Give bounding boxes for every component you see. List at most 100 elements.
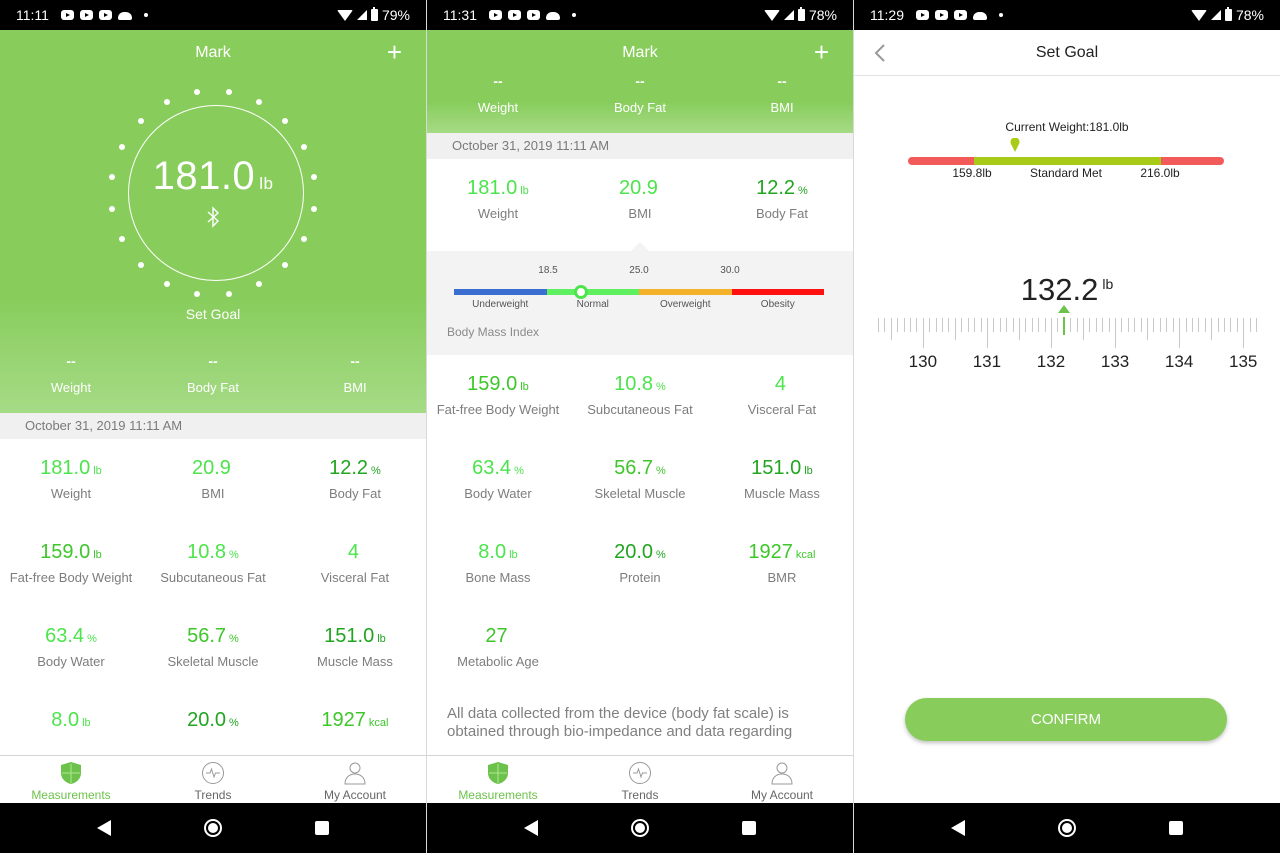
metric-label: Visceral Fat <box>320 570 390 585</box>
metric-visceral-fat[interactable]: 4 Visceral Fat <box>711 355 853 439</box>
signal-icon <box>1210 10 1221 20</box>
metric-label: Skeletal Muscle <box>167 654 259 669</box>
nav-my-account[interactable]: My Account <box>711 756 853 803</box>
ruler-tick <box>942 318 944 332</box>
nav-my-account[interactable]: My Account <box>284 756 426 803</box>
nav-trends[interactable]: Trends <box>569 756 711 803</box>
metric-muscle-mass[interactable]: 151.0 lb Muscle Mass <box>711 439 853 523</box>
metric-label: Fat-free Body Weight <box>436 402 560 417</box>
status-time: 11:29 <box>870 7 904 23</box>
chevron-left-icon[interactable] <box>874 44 886 62</box>
nav-trends[interactable]: Trends <box>142 756 284 803</box>
ruler-tick <box>1050 318 1052 348</box>
metric-value: 1927 <box>321 709 366 731</box>
metric-fat-free-body-weight[interactable]: 159.0 lb Fat-free Body Weight <box>427 355 569 439</box>
metric-bmr[interactable]: 1927 kcal BMR <box>711 523 853 607</box>
ruler-tick <box>1031 318 1033 332</box>
metric-metabolic-age[interactable]: 27 Metabolic Age <box>427 607 569 691</box>
summary-value: -- <box>635 73 645 89</box>
dial-dot <box>109 205 116 212</box>
ruler-tick <box>1140 318 1142 332</box>
ruler-selected-marker[interactable] <box>1062 317 1065 335</box>
plus-icon[interactable]: + <box>387 39 402 65</box>
back-icon[interactable] <box>523 820 538 836</box>
dial-dot <box>225 89 232 96</box>
back-icon[interactable] <box>96 820 111 836</box>
youtube-notification-icon <box>916 10 929 20</box>
metric-protein[interactable]: 20.0% Protein <box>569 523 711 607</box>
ruler-tick <box>1038 318 1040 332</box>
metric-subcutaneous-fat[interactable]: 10.8% Subcutaneous Fat <box>569 355 711 439</box>
metric-unit: lb <box>520 185 529 197</box>
summary-bmi: -- BMI <box>284 354 426 395</box>
recents-icon[interactable] <box>742 821 757 835</box>
home-icon[interactable] <box>630 819 649 837</box>
metric-bone-mass[interactable]: 8.0 lb Bone Mass <box>427 523 569 607</box>
ruler-tick <box>948 318 950 332</box>
home-icon[interactable] <box>203 819 222 837</box>
ruler-tick <box>1223 318 1225 332</box>
ruler-tick <box>1217 318 1219 332</box>
metric-value-row: 4 <box>711 373 853 396</box>
recents-icon[interactable] <box>315 821 330 835</box>
metric-fat-free-body-weight[interactable]: 159.0 lb Fat-free Body Weight <box>0 523 142 607</box>
metric-visceral-fat[interactable]: 4 Visceral Fat <box>284 523 426 607</box>
metric-muscle-mass[interactable]: 151.0 lb Muscle Mass <box>284 607 426 691</box>
recents-icon[interactable] <box>1169 821 1184 835</box>
dial-dot <box>163 280 170 287</box>
metric-value: 12.2 <box>756 177 796 199</box>
weight-ruler-slider[interactable]: 130 131 132 133 134 135 <box>854 300 1280 380</box>
user-name-title[interactable]: Mark <box>0 30 426 74</box>
metric-label: BMR <box>767 570 797 585</box>
goal-unit: lb <box>1102 276 1114 292</box>
metric-body-water[interactable]: 63.4% Body Water <box>427 439 569 523</box>
metric-weight[interactable]: 181.0 lb Weight <box>0 439 142 523</box>
metric-skeletal-muscle[interactable]: 56.7% Skeletal Muscle <box>142 607 284 691</box>
metric-value-row: 20.0% <box>569 541 711 564</box>
metric-value: 27 <box>485 625 508 647</box>
confirm-button[interactable]: CONFIRM <box>905 698 1227 741</box>
nav-label: Trends <box>621 788 659 802</box>
current-weight-marker-icon <box>1010 138 1020 152</box>
summary-weight: -- Weight <box>0 354 142 395</box>
dial-dot <box>256 99 263 106</box>
ruler-tick <box>1057 318 1059 332</box>
bmi-category-label: Underweight <box>472 299 529 310</box>
back-icon[interactable] <box>950 820 965 836</box>
home-icon[interactable] <box>1057 819 1076 837</box>
ruler-tick <box>1095 318 1097 332</box>
wifi-icon <box>336 9 353 21</box>
metric-bmi[interactable]: 20.9 BMI <box>142 439 284 523</box>
bmi-threshold: 25.0 <box>629 265 649 276</box>
shield-icon <box>61 762 81 784</box>
bmi-segment-obesity <box>731 289 824 295</box>
metric-unit: kcal <box>795 549 816 561</box>
metric-skeletal-muscle[interactable]: 56.7% Skeletal Muscle <box>569 439 711 523</box>
range-high: 216.0lb <box>1140 166 1180 180</box>
summary-body-fat: -- Body Fat <box>569 74 711 115</box>
metric-value-row: 159.0 lb <box>427 373 569 396</box>
dial-dot <box>310 174 317 181</box>
set-goal-link[interactable]: Set Goal <box>0 306 426 336</box>
metric-bmi[interactable]: 20.9 BMI <box>569 159 711 243</box>
shield-icon <box>488 762 508 784</box>
metric-body-water[interactable]: 63.4% Body Water <box>0 607 142 691</box>
nav-measurements[interactable]: Measurements <box>0 756 142 803</box>
metric-value-row: 181.0 lb <box>0 457 142 480</box>
user-name-title[interactable]: Mark <box>427 30 853 74</box>
metric-value-row: 20.9 <box>569 177 711 200</box>
metric-body-fat[interactable]: 12.2% Body Fat <box>284 439 426 523</box>
nav-measurements[interactable]: Measurements <box>427 756 569 803</box>
battery-icon <box>1224 7 1232 21</box>
metric-weight[interactable]: 181.0 lb Weight <box>427 159 569 243</box>
metric-body-fat[interactable]: 12.2% Body Fat <box>711 159 853 243</box>
weight-dial: 181.0 lb <box>103 80 323 300</box>
metric-value: 159.0 <box>467 373 518 395</box>
metric-subcutaneous-fat[interactable]: 10.8% Subcutaneous Fat <box>142 523 284 607</box>
ruler-tick <box>1147 318 1149 340</box>
plus-icon[interactable]: + <box>814 39 829 65</box>
metric-unit: lb <box>93 465 102 477</box>
top-metrics-grid: 181.0 lb Weight 20.9 BMI 12.2% Body Fat <box>427 159 853 243</box>
metric-value: 63.4 <box>472 457 512 479</box>
more-notifications-dot-icon <box>572 13 576 17</box>
